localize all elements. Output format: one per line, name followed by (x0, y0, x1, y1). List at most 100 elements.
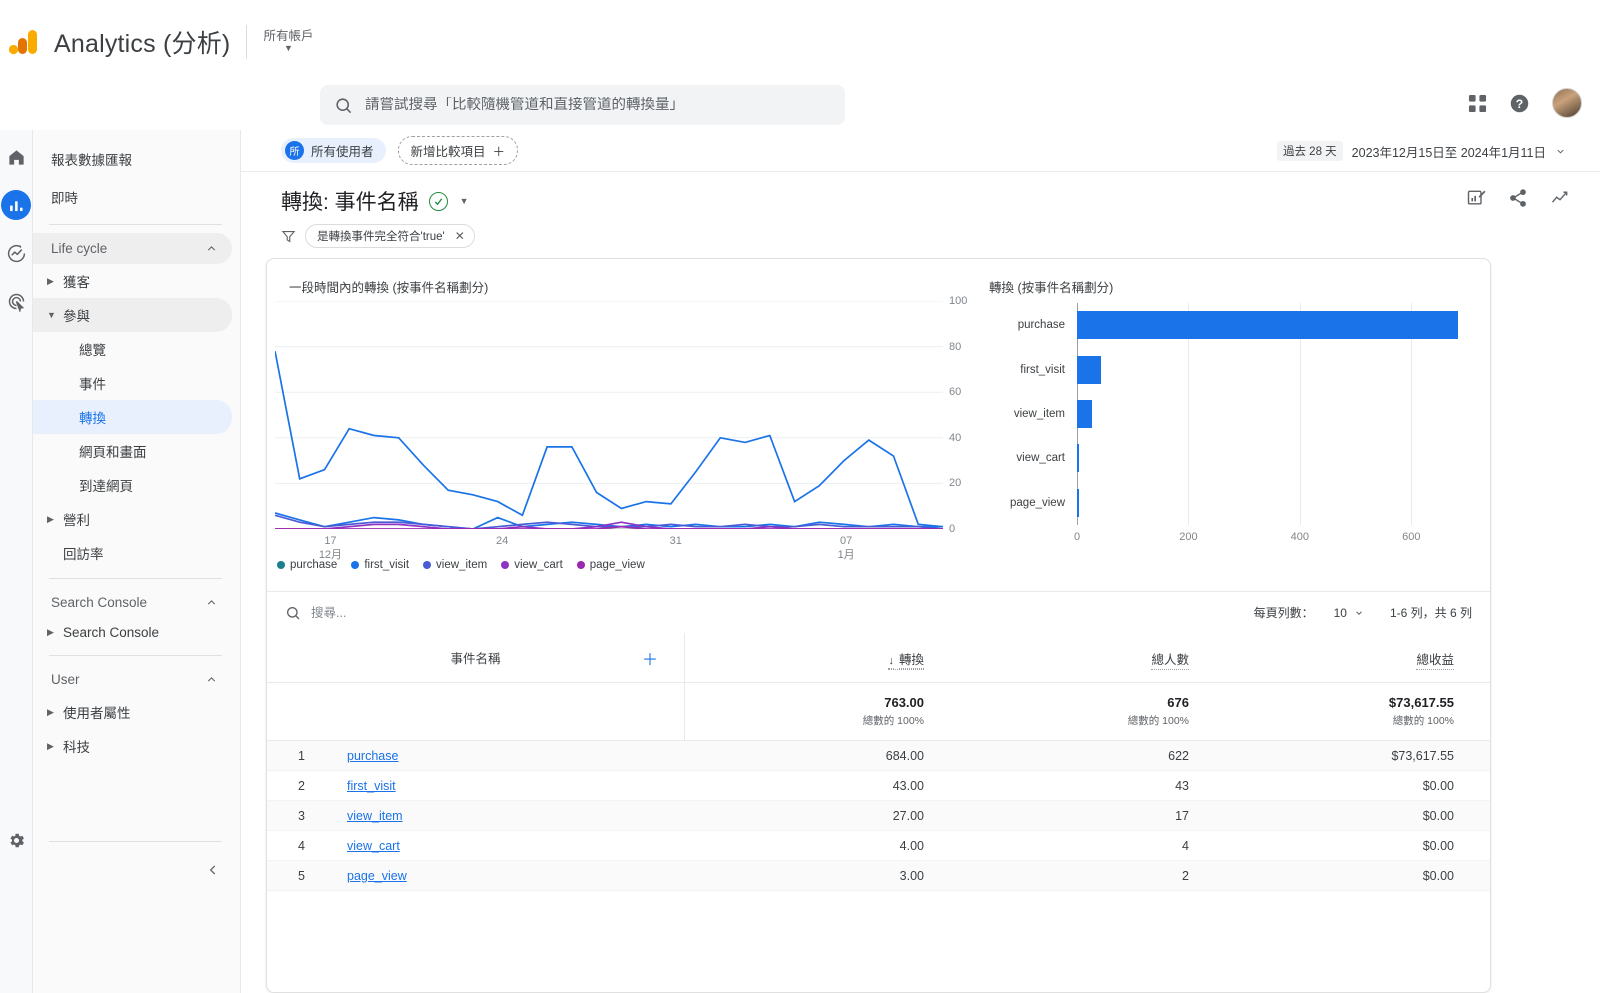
date-range-picker[interactable]: 過去 28 天 2023年12月15日至 2024年1月11日 (1276, 141, 1566, 161)
bar-chart[interactable]: 0 200 400 600 purchase first_visit view_item vi… (1010, 303, 1467, 543)
table-row[interactable]: 3 view_item 27.00 17 $0.00 (267, 801, 1490, 831)
sidebar-item-reports-snapshot[interactable]: 報表數據匯報 (33, 140, 240, 178)
sidebar: 報表數據匯報 即時 Life cycle ▶ 獲客 ▼ 參與 總覽 事件 轉換 … (33, 130, 241, 993)
sidebar-item-realtime[interactable]: 即時 (33, 178, 240, 216)
account-selector[interactable]: 所有帳戶 ▼ (263, 29, 313, 55)
row-total-revenue: $73,617.55 (1391, 748, 1454, 763)
audience-chip-all-users[interactable]: 所 所有使用者 (281, 138, 386, 163)
rail-item-explore[interactable] (1, 238, 31, 268)
event-name-link[interactable]: page_view (347, 869, 407, 883)
rail-item-reports[interactable] (1, 190, 31, 220)
sidebar-item-tech[interactable]: ▶ 科技 (33, 729, 232, 763)
column-header-conversions[interactable]: ↓ 轉換 (685, 633, 950, 682)
avatar[interactable] (1552, 88, 1582, 118)
column-header-total-users[interactable]: 總人數 (950, 633, 1215, 682)
apps-grid-icon[interactable] (1468, 94, 1487, 113)
column-header-label: 總人數 (1151, 649, 1189, 670)
share-icon[interactable] (1508, 188, 1528, 208)
plus-icon: ＋ (492, 145, 506, 159)
sidebar-item-pages-and-screens[interactable]: 網頁和畫面 (33, 434, 232, 468)
help-icon[interactable]: ? (1509, 93, 1530, 114)
sidebar-item-user-attributes[interactable]: ▶ 使用者屬性 (33, 695, 232, 729)
legend-swatch (576, 561, 585, 569)
sidebar-item-engagement[interactable]: ▼ 參與 (33, 298, 232, 332)
legend-item-purchase[interactable]: purchase (277, 559, 337, 571)
table-search[interactable] (285, 605, 561, 621)
insights-icon[interactable] (1550, 188, 1570, 208)
row-event-name[interactable]: first_visit (305, 779, 685, 793)
global-search[interactable] (320, 85, 845, 125)
bar-chart-category-label: view_cart (1016, 452, 1065, 465)
filter-chip-conversion-event[interactable]: 是轉換事件完全符合'true' ✕ (305, 224, 475, 248)
divider (49, 841, 222, 842)
sidebar-section-life-cycle[interactable]: Life cycle (33, 233, 232, 264)
sidebar-item-events[interactable]: 事件 (33, 366, 232, 400)
sidebar-item-label: 回訪率 (63, 547, 104, 562)
bar-purchase[interactable] (1077, 311, 1459, 340)
top-app-bar: Analytics (分析) 所有帳戶 ▼ (0, 0, 1600, 84)
sidebar-section-search-console[interactable]: Search Console (33, 587, 232, 618)
event-name-link[interactable]: view_item (347, 809, 403, 823)
chevron-down-icon: ▼ (283, 43, 293, 54)
row-event-name[interactable]: view_cart (305, 839, 685, 853)
table-row[interactable]: 5 page_view 3.00 2 $0.00 (267, 861, 1490, 891)
bar-view_item[interactable] (1077, 400, 1093, 428)
bar-view_cart[interactable] (1077, 444, 1080, 473)
sidebar-item-monetisation[interactable]: ▶ 營利 (33, 502, 232, 536)
title-dropdown-icon[interactable]: ▼ (460, 196, 469, 206)
totals-value: 763.00 (884, 695, 924, 710)
rail-item-home[interactable] (1, 142, 31, 172)
rail-item-advertising[interactable] (1, 286, 31, 316)
column-header-dimension[interactable]: 事件名稱 ＋ (267, 633, 685, 682)
legend-item-first_visit[interactable]: first_visit (351, 559, 409, 571)
bar-first_visit[interactable] (1077, 355, 1101, 384)
customize-report-icon[interactable] (1466, 188, 1486, 208)
sidebar-item-conversions[interactable]: 轉換 (33, 400, 232, 434)
sidebar-collapse-button[interactable] (202, 859, 224, 881)
audience-chip-label: 所有使用者 (311, 145, 374, 159)
add-dimension-button[interactable]: ＋ (642, 646, 658, 670)
line-chart[interactable]: 0 20 40 60 80 100 17 12月 24 31 07 1月 (275, 295, 967, 561)
legend-swatch (501, 561, 510, 569)
data-table: 事件名稱 ＋ ↓ 轉換 總人數 總收益 763.00 總數的 100% 676 … (267, 633, 1490, 891)
legend-item-view_cart[interactable]: view_cart (501, 559, 563, 571)
table-totals-row: 763.00 總數的 100% 676 總數的 100% $73,617.55 … (267, 683, 1490, 741)
rows-per-page-label: 每頁列數： (1253, 606, 1314, 620)
sidebar-section-user[interactable]: User (33, 664, 232, 695)
rail-item-admin[interactable] (1, 825, 31, 855)
event-name-link[interactable]: first_visit (347, 779, 396, 793)
verified-check-icon[interactable] (428, 191, 448, 211)
table-header-row: 事件名稱 ＋ ↓ 轉換 總人數 總收益 (267, 633, 1490, 683)
bar-page_view[interactable] (1077, 488, 1079, 517)
sidebar-item-acquisition[interactable]: ▶ 獲客 (33, 264, 232, 298)
column-header-total-revenue[interactable]: 總收益 (1215, 633, 1480, 682)
row-total-revenue: $0.00 (1422, 838, 1454, 853)
row-event-name[interactable]: view_item (305, 809, 685, 823)
totals-conversions: 763.00 總數的 100% (685, 695, 950, 728)
table-row[interactable]: 1 purchase 684.00 622 $73,617.55 (267, 741, 1490, 771)
rows-per-page-select[interactable]: 每頁列數： 10 (1254, 604, 1364, 621)
comparison-bar: 所 所有使用者 新增比較項目 ＋ 過去 28 天 2023年12月15日至 20… (241, 130, 1600, 172)
sidebar-item-landing-page[interactable]: 到達網頁 (33, 468, 232, 502)
line-chart-y-tick: 60 (949, 386, 962, 399)
sidebar-item-overview[interactable]: 總覽 (33, 332, 232, 366)
totals-percent: 總數的 100% (862, 715, 924, 727)
table-row[interactable]: 2 first_visit 43.00 43 $0.00 (267, 771, 1490, 801)
chevron-up-icon (205, 596, 218, 609)
sidebar-item-search-console[interactable]: ▶ Search Console (33, 618, 232, 647)
event-name-link[interactable]: purchase (347, 749, 398, 763)
add-comparison-button[interactable]: 新增比較項目 ＋ (397, 136, 519, 165)
row-event-name[interactable]: page_view (305, 869, 685, 883)
row-event-name[interactable]: purchase (305, 749, 685, 763)
legend-item-view_item[interactable]: view_item (423, 559, 487, 571)
search-input[interactable] (365, 97, 831, 113)
totals-dimension-cell (267, 683, 685, 740)
sidebar-item-retention[interactable]: 回訪率 (33, 536, 232, 570)
event-name-link[interactable]: view_cart (347, 839, 400, 853)
close-icon[interactable]: ✕ (455, 229, 465, 243)
table-row[interactable]: 4 view_cart 4.00 4 $0.00 (267, 831, 1490, 861)
row-index: 3 (298, 808, 305, 823)
table-search-input[interactable] (311, 605, 561, 620)
chevron-down-icon (1555, 146, 1566, 157)
legend-item-page_view[interactable]: page_view (576, 559, 645, 571)
